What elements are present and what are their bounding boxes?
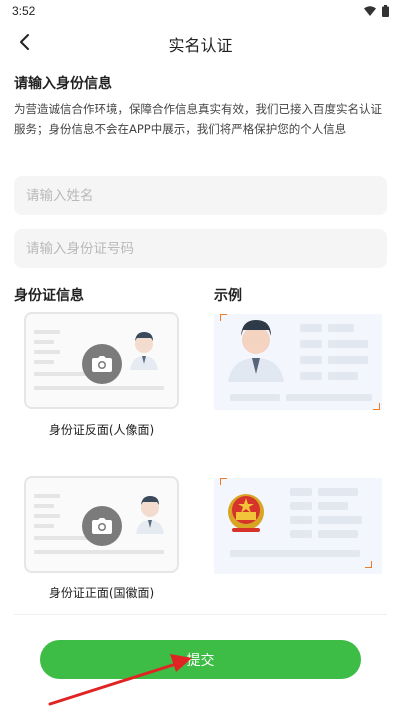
portrait-silhouette	[130, 332, 158, 370]
submit-button-label: 提交	[186, 652, 215, 669]
id-number-input[interactable]	[14, 229, 387, 268]
id-back-caption: 身份证反面(人像面)	[48, 423, 155, 437]
status-icons	[364, 5, 389, 17]
upload-id-back-card[interactable]	[24, 312, 179, 409]
identity-description: 为营造诚信合作环境，保障合作信息真实有效，我们已接入百度实名认证服务；身份信息不…	[14, 102, 382, 136]
upload-id-front-card[interactable]	[24, 476, 179, 573]
name-input[interactable]	[14, 176, 387, 215]
national-emblem-icon	[228, 494, 264, 532]
id-front-caption: 身份证正面(国徽面)	[48, 586, 155, 600]
corner-mark	[220, 478, 227, 485]
identity-section-title: 请输入身份信息	[14, 76, 112, 92]
corner-mark	[365, 561, 372, 568]
status-bar: 3:52	[0, 0, 401, 24]
divider	[14, 614, 387, 615]
battery-icon	[382, 5, 389, 17]
camera-icon	[82, 344, 122, 384]
wifi-icon	[364, 6, 376, 16]
portrait-silhouette	[136, 496, 164, 534]
status-time: 3:52	[12, 4, 36, 18]
example-id-back-image	[214, 314, 382, 410]
nav-bar: 实名认证	[0, 24, 401, 60]
corner-mark	[373, 403, 380, 410]
id-info-title: 身份证信息	[14, 288, 84, 304]
example-id-front-image	[214, 478, 382, 574]
corner-mark	[220, 314, 227, 321]
page-title: 实名认证	[168, 36, 233, 55]
submit-button[interactable]: 提交	[40, 640, 361, 679]
example-title: 示例	[214, 288, 242, 304]
camera-icon	[82, 506, 122, 546]
